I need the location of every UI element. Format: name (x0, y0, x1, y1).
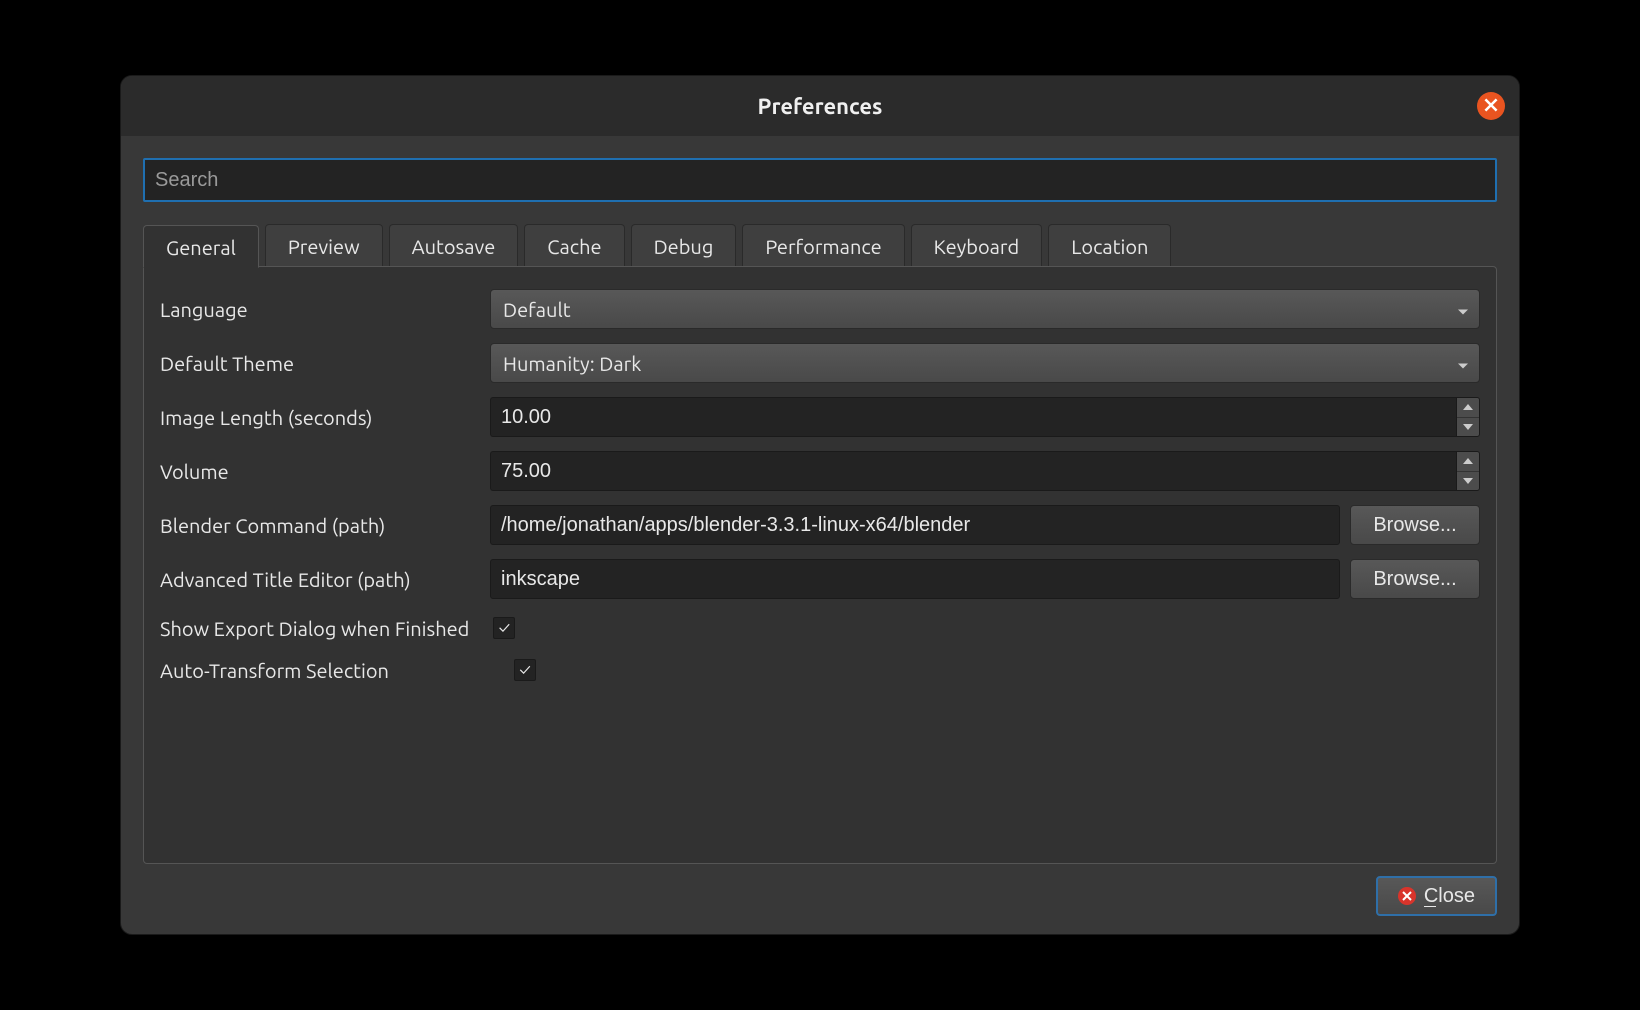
blender-path-label: Blender Command (path) (160, 514, 490, 537)
blender-path-input[interactable] (490, 505, 1340, 545)
language-value: Default (503, 298, 571, 321)
chevron-down-icon (1457, 298, 1469, 321)
auto-transform-label: Auto-Transform Selection (160, 659, 490, 682)
tab-autosave[interactable]: Autosave (389, 224, 519, 267)
window-close-button[interactable] (1477, 92, 1505, 120)
image-length-input[interactable] (490, 397, 1456, 437)
general-panel: Language Default Default Theme Humanity:… (143, 266, 1497, 864)
tab-performance[interactable]: Performance (742, 224, 904, 267)
tab-general[interactable]: General (143, 225, 259, 268)
theme-value: Humanity: Dark (503, 352, 641, 375)
volume-label: Volume (160, 460, 490, 483)
dialog-footer: Close (143, 864, 1497, 920)
blender-browse-button[interactable]: Browse... (1350, 505, 1480, 545)
dialog-body: General Preview Autosave Cache Debug Per… (121, 136, 1519, 934)
volume-step-down[interactable] (1457, 472, 1479, 491)
titlebar: Preferences (121, 76, 1519, 136)
theme-label: Default Theme (160, 352, 490, 375)
volume-step-up[interactable] (1457, 452, 1479, 472)
language-label: Language (160, 298, 490, 321)
image-length-step-up[interactable] (1457, 398, 1479, 418)
close-button[interactable]: Close (1376, 876, 1497, 916)
tab-preview[interactable]: Preview (265, 224, 383, 267)
tab-location[interactable]: Location (1048, 224, 1171, 267)
image-length-label: Image Length (seconds) (160, 406, 490, 429)
language-dropdown[interactable]: Default (490, 289, 1480, 329)
theme-dropdown[interactable]: Humanity: Dark (490, 343, 1480, 383)
auto-transform-checkbox[interactable]: ✓ (514, 659, 536, 681)
tab-keyboard[interactable]: Keyboard (911, 224, 1043, 267)
title-editor-input[interactable] (490, 559, 1340, 599)
chevron-down-icon (1457, 352, 1469, 375)
image-length-step-down[interactable] (1457, 418, 1479, 437)
title-editor-browse-button[interactable]: Browse... (1350, 559, 1480, 599)
volume-input[interactable] (490, 451, 1456, 491)
window-title: Preferences (758, 94, 883, 119)
show-export-checkbox[interactable]: ✓ (493, 617, 515, 639)
title-editor-label: Advanced Title Editor (path) (160, 568, 490, 591)
close-button-label: Close (1424, 885, 1475, 908)
close-icon (1484, 98, 1498, 115)
show-export-label: Show Export Dialog when Finished (160, 617, 469, 640)
tabs: General Preview Autosave Cache Debug Per… (143, 224, 1497, 267)
search-input[interactable] (143, 158, 1497, 202)
close-icon (1398, 887, 1416, 905)
tab-debug[interactable]: Debug (631, 224, 737, 267)
tab-cache[interactable]: Cache (524, 224, 624, 267)
preferences-window: Preferences General Preview Autosave Cac… (120, 75, 1520, 935)
